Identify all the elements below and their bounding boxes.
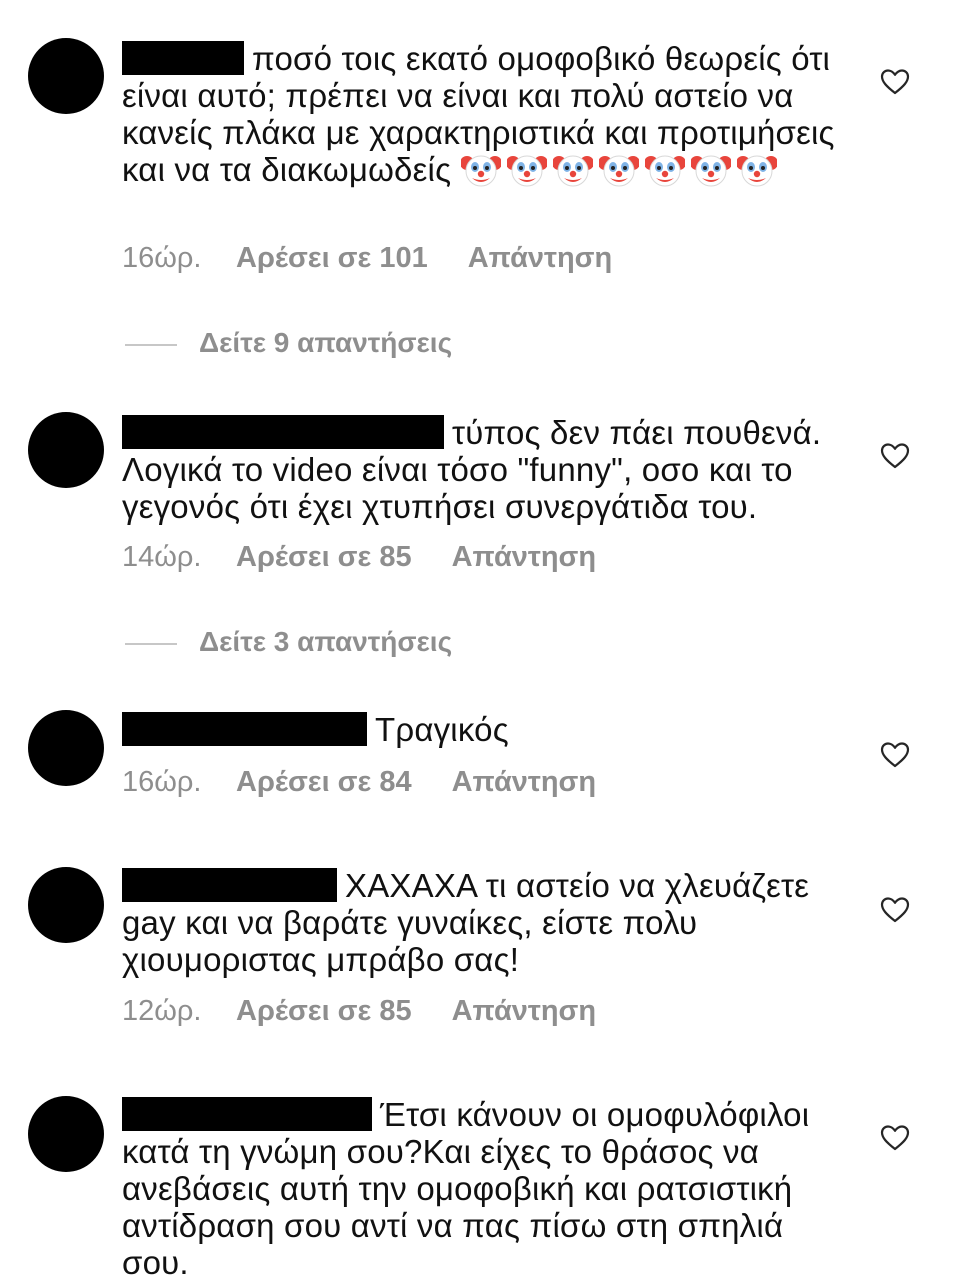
comment-meta: 16ώρ. Αρέσει σε 101 Απάντηση <box>122 242 612 275</box>
like-heart-icon[interactable] <box>880 68 910 96</box>
clown-face-icon <box>553 151 593 189</box>
like-heart-icon[interactable] <box>880 896 910 924</box>
view-replies-link[interactable]: Δείτε 3 απαντήσεις <box>125 626 452 658</box>
clown-face-icon <box>599 151 639 189</box>
clown-face-icon <box>737 151 777 189</box>
avatar[interactable] <box>28 1096 104 1172</box>
clown-face-icon <box>645 151 685 189</box>
avatar[interactable] <box>28 412 104 488</box>
comment-text: Τραγικός <box>122 711 842 748</box>
redacted-username <box>122 41 244 75</box>
view-replies-label: Δείτε 9 απαντήσεις <box>199 327 453 358</box>
view-replies-link[interactable]: Δείτε 9 απαντήσεις <box>125 327 452 359</box>
like-heart-icon[interactable] <box>880 442 910 470</box>
timestamp: 16ώρ. <box>122 766 202 798</box>
reply-button[interactable]: Απάντηση <box>452 541 597 574</box>
comment-text: Έτσι κάνουν οι ομοφυλόφιλοι κατά τη γνώμ… <box>122 1096 842 1281</box>
comment-body: Τραγικός <box>375 711 509 748</box>
clown-face-icon <box>691 151 731 189</box>
comment-meta: 12ώρ. Αρέσει σε 85 Απάντηση <box>122 995 596 1028</box>
avatar[interactable] <box>28 867 104 943</box>
divider-line <box>125 642 177 645</box>
comment-meta: 14ώρ. Αρέσει σε 85 Απάντηση <box>122 541 596 574</box>
clown-face-icon <box>461 151 501 189</box>
like-heart-icon[interactable] <box>880 741 910 769</box>
reply-button[interactable]: Απάντηση <box>452 995 597 1028</box>
reply-button[interactable]: Απάντηση <box>452 766 597 799</box>
redacted-username <box>122 415 444 449</box>
redacted-username <box>122 712 367 746</box>
likes-count[interactable]: Αρέσει σε 84 <box>236 766 412 799</box>
redacted-username <box>122 868 337 902</box>
likes-count[interactable]: Αρέσει σε 101 <box>236 242 428 275</box>
comment-text: τύπος δεν πάει πουθενά. Λογικά το video … <box>122 414 842 525</box>
reply-button[interactable]: Απάντηση <box>468 242 613 275</box>
timestamp: 16ώρ. <box>122 242 202 274</box>
timestamp: 12ώρ. <box>122 995 202 1027</box>
divider-line <box>125 343 177 346</box>
clown-face-icon <box>507 151 547 189</box>
likes-count[interactable]: Αρέσει σε 85 <box>236 995 412 1028</box>
comment-text: ΧΑΧΑΧΑ τι αστείο να χλευάζετε gay και να… <box>122 867 842 978</box>
avatar[interactable] <box>28 38 104 114</box>
comment-meta: 16ώρ. Αρέσει σε 84 Απάντηση <box>122 766 596 799</box>
redacted-username <box>122 1097 372 1131</box>
timestamp: 14ώρ. <box>122 541 202 573</box>
likes-count[interactable]: Αρέσει σε 85 <box>236 541 412 574</box>
comment-text: ποσό τοις εκατό ομοφοβικό θεωρείς ότι εί… <box>122 40 842 189</box>
like-heart-icon[interactable] <box>880 1124 910 1152</box>
avatar[interactable] <box>28 710 104 786</box>
view-replies-label: Δείτε 3 απαντήσεις <box>199 626 453 657</box>
clown-emoji-row <box>461 151 783 188</box>
